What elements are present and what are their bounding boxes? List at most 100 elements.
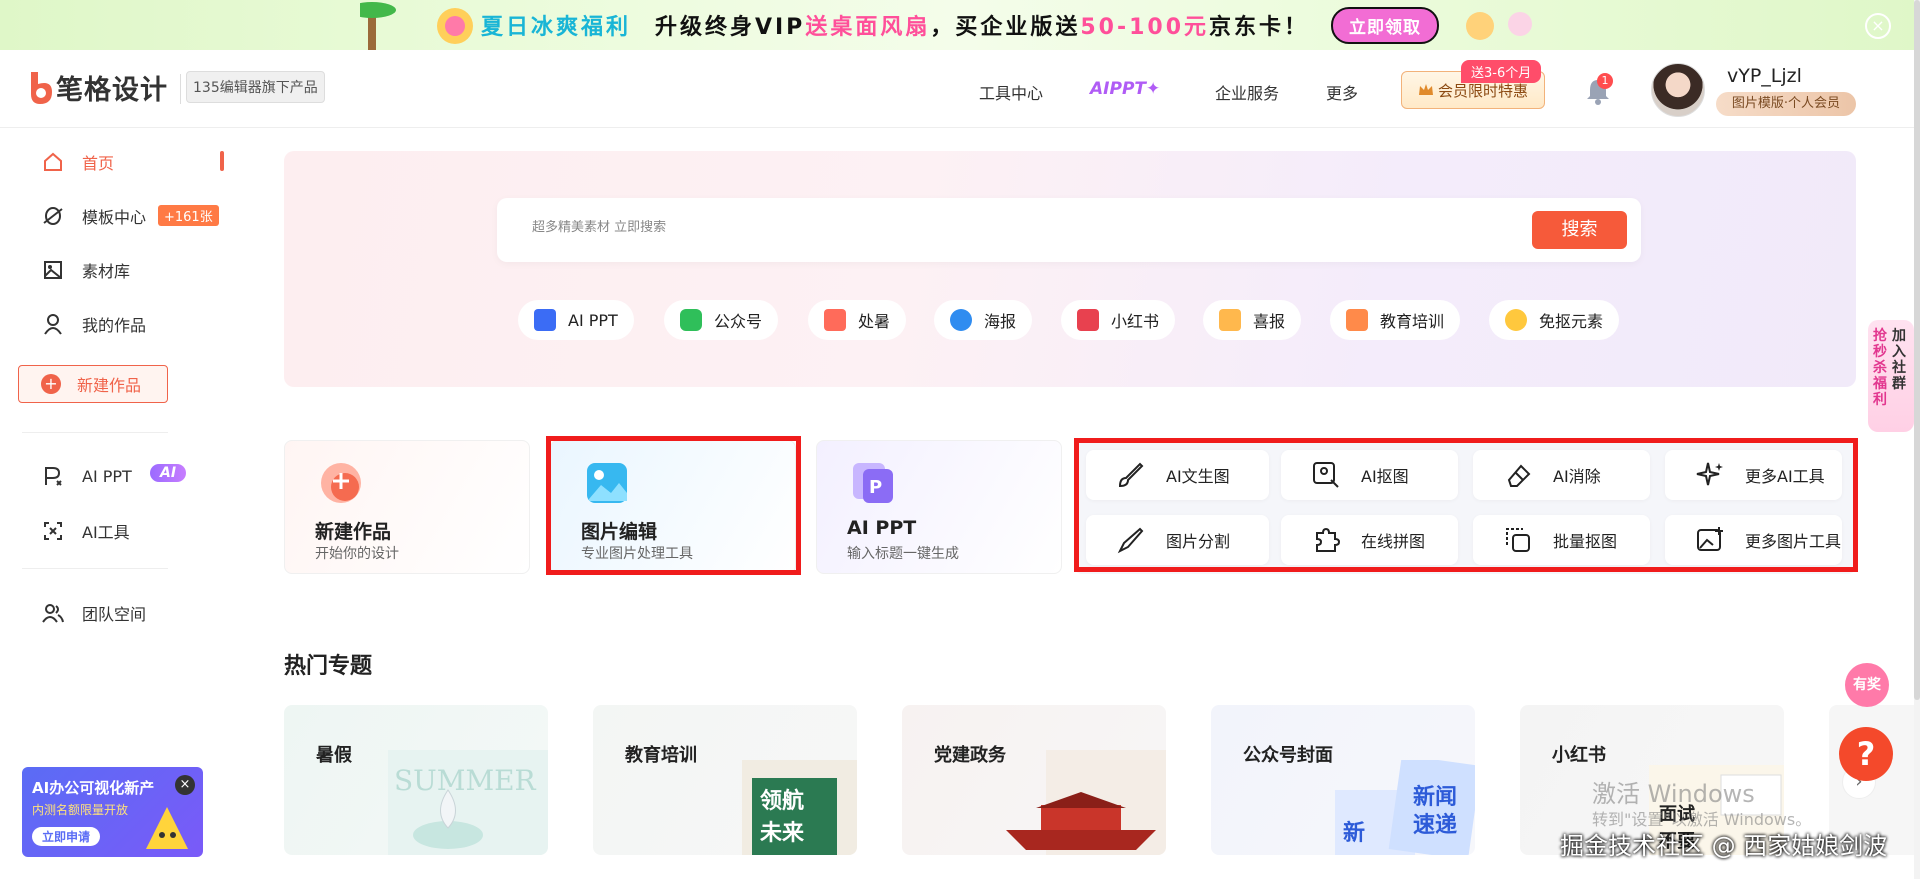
svg-text:新闻: 新闻 bbox=[1413, 784, 1457, 810]
image-icon bbox=[44, 261, 62, 279]
template-icon bbox=[43, 207, 63, 225]
tag-label: 小红书 bbox=[1111, 312, 1160, 331]
sidebar-item-templates[interactable]: 模板中心 bbox=[42, 204, 146, 228]
scrollbar-thumb[interactable] bbox=[1914, 0, 1920, 700]
help-button[interactable]: ? bbox=[1839, 727, 1893, 781]
logo-text: 笔格设计 bbox=[56, 75, 168, 106]
promo-text-1: 夏日冰爽福利 bbox=[480, 15, 631, 40]
card-new-work[interactable]: 新建作品 开始你的设计 bbox=[284, 440, 530, 574]
svg-text:P: P bbox=[869, 477, 882, 498]
tag-xiaohongshu[interactable]: 小红书 bbox=[1061, 300, 1176, 340]
summer-decoration-icon bbox=[360, 2, 473, 50]
topic-label: 小红书 bbox=[1552, 745, 1606, 766]
promo-card-close-icon[interactable]: × bbox=[175, 775, 195, 795]
tag-good-news[interactable]: 喜报 bbox=[1203, 300, 1302, 340]
tag-label: 免抠元素 bbox=[1539, 312, 1604, 331]
chalkboard-icon: 领航 未来 bbox=[742, 760, 857, 855]
wechat-icon bbox=[680, 309, 702, 331]
tag-ai-ppt[interactable]: AI PPT bbox=[518, 300, 634, 340]
topic-label: 公众号封面 bbox=[1243, 745, 1333, 766]
home-icon bbox=[44, 152, 62, 171]
ai-office-promo-card[interactable]: AI办公可视化新产 内测名额限量开放 立即申请 × bbox=[22, 767, 203, 857]
graduation-icon bbox=[1346, 309, 1368, 331]
new-work-label: 新建作品 bbox=[77, 376, 142, 395]
username[interactable]: vYP_Ljzl bbox=[1727, 65, 1802, 87]
card-title: AI PPT bbox=[847, 517, 917, 539]
svg-text:速递: 速递 bbox=[1413, 812, 1457, 838]
sidebar-item-home[interactable]: 首页 bbox=[42, 150, 114, 174]
nav-ai-ppt[interactable]: AIPPT✦ bbox=[1090, 79, 1160, 99]
promo-text-3: 送桌面风扇 bbox=[805, 15, 931, 40]
mascot-icon bbox=[146, 807, 188, 849]
calendar-icon bbox=[824, 309, 846, 331]
section-title-hot-topics: 热门专题 bbox=[284, 654, 373, 679]
wave-icon bbox=[950, 309, 972, 331]
nav-enterprise[interactable]: 企业服务 bbox=[1215, 80, 1279, 104]
tag-label: 公众号 bbox=[714, 312, 763, 331]
sidebar-item-label: AI PPT bbox=[82, 466, 132, 486]
nav-more[interactable]: 更多 bbox=[1326, 80, 1358, 104]
tag-chushu[interactable]: 处暑 bbox=[808, 300, 907, 340]
watermark-text: 掘金技术社区 @ 西家姑娘剑波 bbox=[1560, 832, 1888, 860]
ppt-icon bbox=[534, 309, 556, 331]
card-ai-ppt[interactable]: P AI PPT 输入标题一键生成 bbox=[816, 440, 1062, 574]
tag-education[interactable]: 教育培训 bbox=[1330, 300, 1461, 340]
svg-text:新: 新 bbox=[1343, 820, 1365, 846]
scan-icon bbox=[44, 522, 62, 540]
promo-text-5: 50-100元 bbox=[1080, 15, 1210, 40]
tag-free-elements[interactable]: 免抠元素 bbox=[1489, 300, 1620, 340]
new-work-button[interactable]: + 新建作品 bbox=[18, 365, 168, 403]
team-icon bbox=[42, 604, 64, 623]
promo-text-4: ，买企业版送 bbox=[930, 15, 1081, 40]
community-float-button[interactable]: 抢秒杀福利 加入社群 bbox=[1868, 320, 1914, 432]
tag-label: 处暑 bbox=[858, 312, 891, 331]
plus-icon: + bbox=[41, 374, 61, 394]
sub-brand-label[interactable]: 135编辑器旗下产品 bbox=[186, 71, 325, 103]
reward-float-icon[interactable]: 有奖 bbox=[1845, 663, 1889, 707]
sidebar-item-label: 我的作品 bbox=[82, 316, 147, 335]
promo-card-title: AI办公可视化新产 bbox=[32, 779, 155, 797]
thumbs-up-icon bbox=[1219, 309, 1241, 331]
promo-claim-button[interactable]: 立即领取 bbox=[1331, 6, 1440, 44]
ppt-icon: P bbox=[853, 463, 893, 503]
topic-card-summer[interactable]: 暑假 SUMMER bbox=[284, 705, 548, 855]
logo-divider bbox=[180, 74, 181, 104]
logo[interactable]: 笔格设计 bbox=[28, 68, 168, 107]
sidebar-item-ai-ppt[interactable]: AI PPT bbox=[42, 465, 132, 487]
tag-wechat[interactable]: 公众号 bbox=[664, 300, 779, 340]
search-input[interactable] bbox=[532, 220, 1432, 235]
sidebar-item-my-works[interactable]: 我的作品 bbox=[42, 312, 146, 336]
topic-card-wechat-cover[interactable]: 公众号封面 新闻 速递 新 bbox=[1211, 705, 1475, 855]
red-boat-icon bbox=[1006, 750, 1166, 855]
community-float-text-1: 抢秒杀福利 bbox=[1873, 328, 1887, 408]
sidebar-divider bbox=[22, 568, 168, 569]
highlight-frame bbox=[1074, 438, 1858, 572]
tag-label: AI PPT bbox=[568, 310, 618, 330]
card-desc: 输入标题一键生成 bbox=[847, 546, 959, 562]
top-header: 笔格设计 135编辑器旗下产品 工具中心 AIPPT✦ 企业服务 更多 会员限时… bbox=[0, 50, 1920, 128]
nav-tool-center[interactable]: 工具中心 bbox=[979, 80, 1043, 104]
sidebar-item-ai-tools[interactable]: AI工具 bbox=[42, 519, 130, 543]
vip-offer-tag: 送3-6个月 bbox=[1461, 60, 1542, 83]
sidebar-item-team[interactable]: 团队空间 bbox=[42, 601, 146, 625]
tag-poster[interactable]: 海报 bbox=[934, 300, 1033, 340]
topic-card-education[interactable]: 教育培训 领航 未来 bbox=[593, 705, 857, 855]
svg-text:未来: 未来 bbox=[760, 821, 805, 846]
sidebar-item-materials[interactable]: 素材库 bbox=[42, 258, 130, 282]
sidebar-item-label: 素材库 bbox=[82, 262, 131, 281]
promo-banner[interactable]: 夏日冰爽福利 升级终身VIP 送桌面风扇 ，买企业版送 50-100元 京东卡！… bbox=[0, 0, 1920, 50]
topic-card-party[interactable]: 党建政务 bbox=[902, 705, 1166, 855]
summer-lotus-icon: SUMMER bbox=[388, 750, 548, 855]
promo-text-2: 升级终身VIP bbox=[654, 15, 806, 40]
promo-card-button[interactable]: 立即申请 bbox=[32, 827, 101, 846]
tag-label: 喜报 bbox=[1253, 312, 1286, 331]
sidebar-divider bbox=[22, 432, 168, 433]
ai-badge: AI bbox=[150, 464, 187, 482]
avatar[interactable] bbox=[1651, 63, 1705, 117]
promo-close-icon[interactable]: × bbox=[1865, 13, 1891, 39]
template-count-badge: +161张 bbox=[158, 205, 219, 226]
highlight-frame bbox=[546, 436, 801, 575]
search-button[interactable]: 搜索 bbox=[1532, 211, 1627, 249]
active-indicator bbox=[220, 151, 224, 171]
promo-text-6: 京东卡！ bbox=[1209, 15, 1310, 40]
